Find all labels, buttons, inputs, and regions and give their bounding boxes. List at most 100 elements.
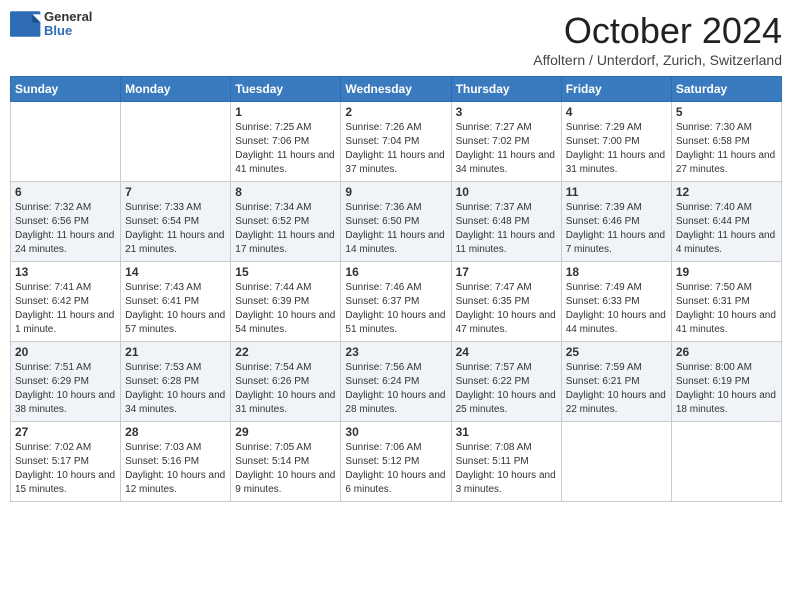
day-number: 28 <box>125 425 226 439</box>
calendar-cell: 19 Sunrise: 7:50 AMSunset: 6:31 PMDayligh… <box>671 262 781 342</box>
day-info: Sunrise: 7:29 AMSunset: 7:00 PMDaylight:… <box>566 121 667 177</box>
day-info: Sunrise: 7:06 AMSunset: 5:12 PMDaylight:… <box>345 441 446 497</box>
calendar-cell: 18 Sunrise: 7:49 AMSunset: 6:33 PMDayligh… <box>561 262 671 342</box>
day-info: Sunrise: 7:02 AMSunset: 5:17 PMDaylight:… <box>15 441 116 497</box>
day-number: 19 <box>676 265 777 279</box>
day-number: 23 <box>345 345 446 359</box>
day-number: 15 <box>235 265 336 279</box>
calendar-cell <box>121 102 231 182</box>
day-info: Sunrise: 8:00 AMSunset: 6:19 PMDaylight:… <box>676 361 777 417</box>
header-thursday: Thursday <box>451 77 561 102</box>
calendar-cell: 3 Sunrise: 7:27 AMSunset: 7:02 PMDaylight… <box>451 102 561 182</box>
logo-blue-text: Blue <box>44 24 92 38</box>
calendar-cell: 14Sunrise: 7:43 AMSunset: 6:41 PMDayligh… <box>121 262 231 342</box>
day-info: Sunrise: 7:03 AMSunset: 5:16 PMDaylight:… <box>125 441 226 497</box>
calendar-week-row: 6 Sunrise: 7:32 AMSunset: 6:56 PMDaylight… <box>11 182 782 262</box>
day-info: Sunrise: 7:32 AMSunset: 6:56 PMDaylight:… <box>15 201 116 257</box>
day-number: 26 <box>676 345 777 359</box>
location-subtitle: Affoltern / Unterdorf, Zurich, Switzerla… <box>533 52 782 68</box>
calendar-cell: 12 Sunrise: 7:40 AMSunset: 6:44 PMDayligh… <box>671 182 781 262</box>
day-info: Sunrise: 7:47 AMSunset: 6:35 PMDaylight:… <box>456 281 557 337</box>
calendar-cell: 5Sunrise: 7:30 AMSunset: 6:58 PMDaylight… <box>671 102 781 182</box>
logo-text: General Blue <box>44 10 92 39</box>
day-info: Sunrise: 7:36 AMSunset: 6:50 PMDaylight:… <box>345 201 446 257</box>
day-info: Sunrise: 7:56 AMSunset: 6:24 PMDaylight:… <box>345 361 446 417</box>
day-info: Sunrise: 7:08 AMSunset: 5:11 PMDaylight:… <box>456 441 557 497</box>
day-info: Sunrise: 7:05 AMSunset: 5:14 PMDaylight:… <box>235 441 336 497</box>
day-number: 13 <box>15 265 116 279</box>
day-number: 22 <box>235 345 336 359</box>
calendar-cell: 6 Sunrise: 7:32 AMSunset: 6:56 PMDaylight… <box>11 182 121 262</box>
day-number: 11 <box>566 185 667 199</box>
calendar-cell: 31 Sunrise: 7:08 AMSunset: 5:11 PMDayligh… <box>451 422 561 502</box>
month-title: October 2024 <box>533 10 782 52</box>
page-header: General Blue October 2024 Affoltern / Un… <box>10 10 782 68</box>
day-info: Sunrise: 7:44 AMSunset: 6:39 PMDaylight:… <box>235 281 336 337</box>
day-number: 14 <box>125 265 226 279</box>
logo-icon <box>10 10 42 38</box>
calendar-week-row: 13 Sunrise: 7:41 AMSunset: 6:42 PMDayligh… <box>11 262 782 342</box>
day-info: Sunrise: 7:49 AMSunset: 6:33 PMDaylight:… <box>566 281 667 337</box>
day-info: Sunrise: 7:51 AMSunset: 6:29 PMDaylight:… <box>15 361 116 417</box>
calendar-table: SundayMondayTuesdayWednesdayThursdayFrid… <box>10 76 782 502</box>
calendar-week-row: 27 Sunrise: 7:02 AMSunset: 5:17 PMDayligh… <box>11 422 782 502</box>
day-info: Sunrise: 7:27 AMSunset: 7:02 PMDaylight:… <box>456 121 557 177</box>
day-info: Sunrise: 7:39 AMSunset: 6:46 PMDaylight:… <box>566 201 667 257</box>
day-info: Sunrise: 7:41 AMSunset: 6:42 PMDaylight:… <box>15 281 116 337</box>
day-number: 29 <box>235 425 336 439</box>
day-number: 4 <box>566 105 667 119</box>
day-number: 31 <box>456 425 557 439</box>
header-monday: Monday <box>121 77 231 102</box>
day-info: Sunrise: 7:57 AMSunset: 6:22 PMDaylight:… <box>456 361 557 417</box>
calendar-cell: 4 Sunrise: 7:29 AMSunset: 7:00 PMDaylight… <box>561 102 671 182</box>
day-info: Sunrise: 7:26 AMSunset: 7:04 PMDaylight:… <box>345 121 446 177</box>
calendar-cell <box>671 422 781 502</box>
day-info: Sunrise: 7:40 AMSunset: 6:44 PMDaylight:… <box>676 201 777 257</box>
calendar-cell: 24Sunrise: 7:57 AMSunset: 6:22 PMDayligh… <box>451 342 561 422</box>
calendar-cell: 17 Sunrise: 7:47 AMSunset: 6:35 PMDayligh… <box>451 262 561 342</box>
calendar-cell: 20Sunrise: 7:51 AMSunset: 6:29 PMDayligh… <box>11 342 121 422</box>
day-number: 8 <box>235 185 336 199</box>
calendar-header-row: SundayMondayTuesdayWednesdayThursdayFrid… <box>11 77 782 102</box>
calendar-cell: 21Sunrise: 7:53 AMSunset: 6:28 PMDayligh… <box>121 342 231 422</box>
calendar-cell: 22 Sunrise: 7:54 AMSunset: 6:26 PMDayligh… <box>231 342 341 422</box>
day-number: 18 <box>566 265 667 279</box>
day-number: 9 <box>345 185 446 199</box>
day-info: Sunrise: 7:59 AMSunset: 6:21 PMDaylight:… <box>566 361 667 417</box>
calendar-week-row: 20Sunrise: 7:51 AMSunset: 6:29 PMDayligh… <box>11 342 782 422</box>
day-info: Sunrise: 7:34 AMSunset: 6:52 PMDaylight:… <box>235 201 336 257</box>
logo-general-text: General <box>44 10 92 24</box>
day-info: Sunrise: 7:54 AMSunset: 6:26 PMDaylight:… <box>235 361 336 417</box>
day-info: Sunrise: 7:37 AMSunset: 6:48 PMDaylight:… <box>456 201 557 257</box>
day-info: Sunrise: 7:50 AMSunset: 6:31 PMDaylight:… <box>676 281 777 337</box>
day-info: Sunrise: 7:46 AMSunset: 6:37 PMDaylight:… <box>345 281 446 337</box>
day-info: Sunrise: 7:53 AMSunset: 6:28 PMDaylight:… <box>125 361 226 417</box>
calendar-cell: 11 Sunrise: 7:39 AMSunset: 6:46 PMDayligh… <box>561 182 671 262</box>
calendar-cell: 26 Sunrise: 8:00 AMSunset: 6:19 PMDayligh… <box>671 342 781 422</box>
day-number: 12 <box>676 185 777 199</box>
calendar-cell: 23 Sunrise: 7:56 AMSunset: 6:24 PMDayligh… <box>341 342 451 422</box>
day-number: 27 <box>15 425 116 439</box>
day-number: 3 <box>456 105 557 119</box>
day-info: Sunrise: 7:25 AMSunset: 7:06 PMDaylight:… <box>235 121 336 177</box>
header-sunday: Sunday <box>11 77 121 102</box>
day-number: 2 <box>345 105 446 119</box>
day-info: Sunrise: 7:33 AMSunset: 6:54 PMDaylight:… <box>125 201 226 257</box>
header-wednesday: Wednesday <box>341 77 451 102</box>
logo: General Blue <box>10 10 92 39</box>
calendar-cell: 25Sunrise: 7:59 AMSunset: 6:21 PMDayligh… <box>561 342 671 422</box>
calendar-cell: 30Sunrise: 7:06 AMSunset: 5:12 PMDayligh… <box>341 422 451 502</box>
calendar-cell: 8 Sunrise: 7:34 AMSunset: 6:52 PMDaylight… <box>231 182 341 262</box>
calendar-cell: 10Sunrise: 7:37 AMSunset: 6:48 PMDayligh… <box>451 182 561 262</box>
day-number: 17 <box>456 265 557 279</box>
calendar-cell: 13 Sunrise: 7:41 AMSunset: 6:42 PMDayligh… <box>11 262 121 342</box>
day-number: 6 <box>15 185 116 199</box>
header-saturday: Saturday <box>671 77 781 102</box>
day-info: Sunrise: 7:30 AMSunset: 6:58 PMDaylight:… <box>676 121 777 177</box>
calendar-cell: 27 Sunrise: 7:02 AMSunset: 5:17 PMDayligh… <box>11 422 121 502</box>
calendar-cell <box>561 422 671 502</box>
calendar-cell: 29 Sunrise: 7:05 AMSunset: 5:14 PMDayligh… <box>231 422 341 502</box>
day-number: 7 <box>125 185 226 199</box>
calendar-cell: 16Sunrise: 7:46 AMSunset: 6:37 PMDayligh… <box>341 262 451 342</box>
calendar-cell <box>11 102 121 182</box>
